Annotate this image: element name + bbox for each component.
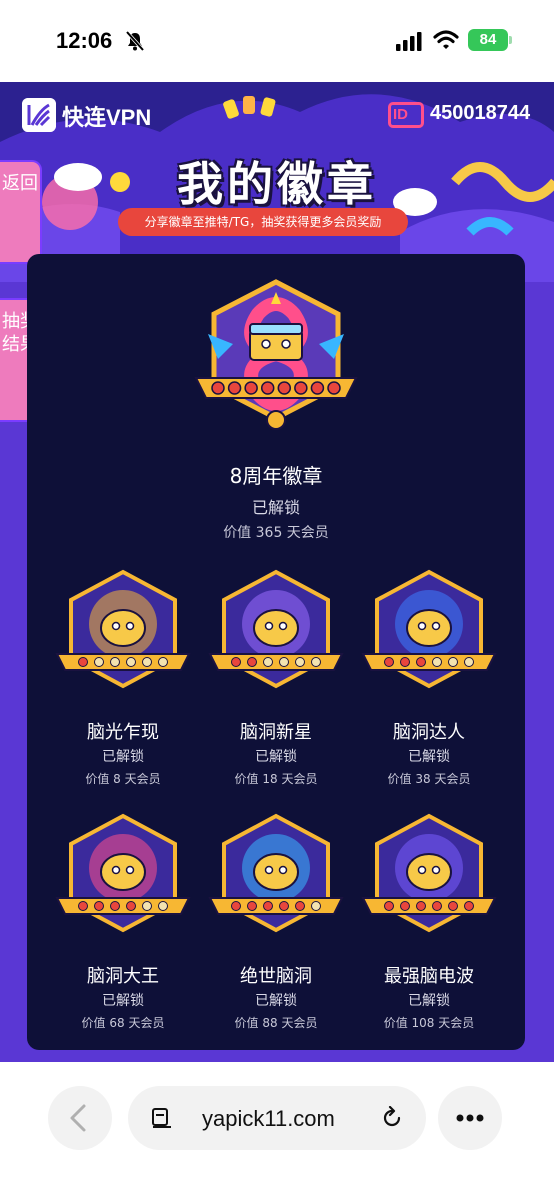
badge-star (432, 901, 442, 911)
app-logo-icon (22, 98, 56, 132)
badge-star (78, 901, 88, 911)
featured-star (294, 381, 308, 395)
browser-back-button[interactable] (48, 1086, 112, 1150)
badge-star (126, 657, 136, 667)
badge-star (231, 657, 241, 667)
badge-image-2[interactable] (206, 566, 346, 694)
page-menu-icon[interactable] (150, 1106, 174, 1130)
badge-value: 价值 88 天会员 (234, 1016, 318, 1030)
featured-badge-name: 8周年徽章 (229, 464, 323, 488)
badge-star (400, 657, 410, 667)
badge-status: 已解锁 (102, 993, 144, 1009)
badge-value: 价值 108 天会员 (383, 1016, 475, 1030)
back-tab-button[interactable]: 返回 (0, 160, 42, 264)
badge-star (247, 657, 257, 667)
badge-status: 已解锁 (255, 993, 297, 1009)
battery-indicator: 84 (468, 29, 508, 51)
badge-star (279, 657, 289, 667)
badge-star (432, 657, 442, 667)
badge-star (311, 657, 321, 667)
featured-badge-value: 价值 365 天会员 (223, 525, 329, 541)
badge-name: 脑洞达人 (393, 722, 465, 743)
badge-star (158, 657, 168, 667)
page-title: 我的徽章 (177, 157, 377, 211)
badge-star (400, 901, 410, 911)
badge-value: 价值 38 天会员 (387, 772, 471, 786)
featured-star (244, 381, 258, 395)
badge-star (416, 657, 426, 667)
badge-value: 价值 8 天会员 (85, 772, 161, 786)
badge-status: 已解锁 (255, 749, 297, 765)
badge-star (263, 901, 273, 911)
status-time: 12:06 (56, 28, 113, 53)
badge-value: 价值 68 天会员 (81, 1016, 165, 1030)
hero-banner: 快连VPN ID 450018744 我的徽章 分享徽章至推特/TG，抽奖获得更… (0, 82, 554, 282)
badge-image-1[interactable] (53, 566, 193, 694)
badge-star (384, 901, 394, 911)
badge-star (247, 901, 257, 911)
badge-name: 最强脑电波 (384, 966, 474, 987)
badge-star (263, 657, 273, 667)
cellular-signal-icon (396, 32, 422, 51)
wifi-icon (433, 30, 459, 49)
badge-image-3[interactable] (359, 566, 499, 694)
badge-star (464, 657, 474, 667)
browser-toolbar: yapick11.com (0, 1062, 554, 1200)
badge-image-6[interactable] (359, 810, 499, 938)
badge-name: 脑洞大王 (87, 966, 159, 987)
badge-star (416, 901, 426, 911)
badge-value: 价值 18 天会员 (234, 772, 318, 786)
badge-star (142, 901, 152, 911)
badge-star (231, 901, 241, 911)
featured-star (211, 381, 225, 395)
badge-star (384, 657, 394, 667)
id-label: ID (388, 102, 424, 128)
status-bar: 12:06 84 (0, 0, 554, 82)
more-options-button[interactable] (438, 1086, 502, 1150)
featured-badge-image[interactable] (188, 274, 364, 442)
share-banner[interactable]: 分享徽章至推特/TG，抽奖获得更多会员奖励 (118, 208, 408, 236)
badge-status: 已解锁 (408, 993, 450, 1009)
badge-star (158, 901, 168, 911)
app-name: 快连VPN (62, 105, 152, 130)
badge-status: 已解锁 (102, 749, 144, 765)
badge-star (279, 901, 289, 911)
badge-star (311, 901, 321, 911)
chevron-left-icon (70, 1104, 86, 1132)
badge-name: 绝世脑洞 (240, 966, 312, 987)
battery-tip (509, 36, 512, 44)
badge-star (295, 657, 305, 667)
badge-image-4[interactable] (53, 810, 193, 938)
badge-star (110, 657, 120, 667)
reload-icon[interactable] (380, 1106, 404, 1130)
url-text: yapick11.com (202, 1106, 335, 1131)
ellipsis-icon (456, 1114, 484, 1122)
badge-star (94, 657, 104, 667)
featured-star (227, 381, 242, 395)
badge-star (448, 657, 458, 667)
badge-star (448, 901, 458, 911)
badge-star (464, 901, 474, 911)
badge-name: 脑光乍现 (87, 722, 159, 743)
badge-star (295, 901, 305, 911)
featured-star (277, 381, 292, 395)
badge-image-5[interactable] (206, 810, 346, 938)
featured-star (260, 381, 275, 395)
featured-star (310, 381, 325, 395)
badge-star (94, 901, 104, 911)
badge-panel: 8周年徽章 已解锁 价值 365 天会员 脑光乍现 已解锁 价值 8 天会员 脑洞新星… (27, 254, 525, 1050)
user-id: 450018744 (430, 102, 531, 124)
featured-badge-status: 已解锁 (251, 498, 300, 517)
badge-status: 已解锁 (408, 749, 450, 765)
featured-star (327, 381, 341, 395)
app-content: 快连VPN ID 450018744 我的徽章 分享徽章至推特/TG，抽奖获得更… (0, 82, 554, 1062)
badge-name: 脑洞新星 (240, 722, 312, 743)
badge-star (110, 901, 120, 911)
address-bar[interactable]: yapick11.com (128, 1086, 426, 1150)
badge-star (78, 657, 88, 667)
badge-star (142, 657, 152, 667)
badge-star (126, 901, 136, 911)
bell-slash-icon (125, 30, 145, 52)
